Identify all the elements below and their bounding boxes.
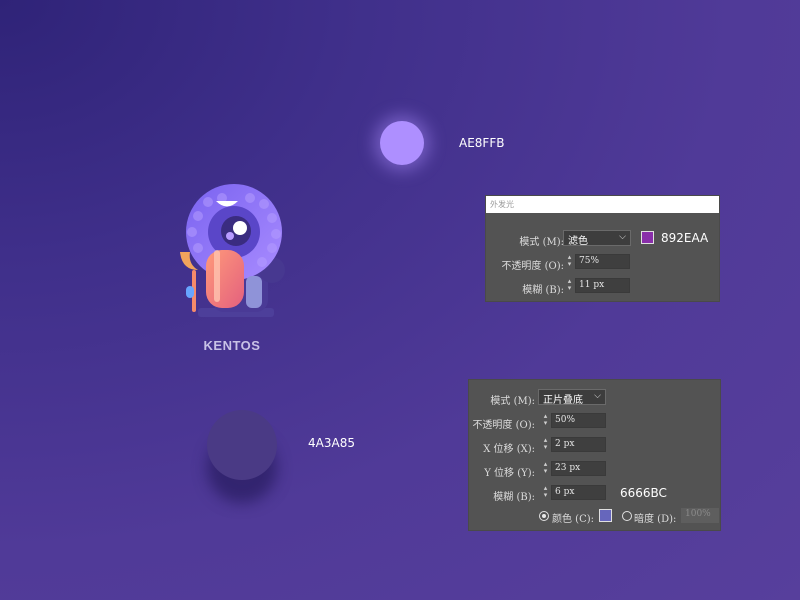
shadow-swatch-hex: 6666BC [620,486,667,500]
blend-mode-value: 正片叠底 [543,395,583,406]
kentos-logo [176,184,290,320]
chevron-down-icon: ⌵ [594,391,601,401]
blur-stepper-icon[interactable]: ▴ ▾ [541,485,550,501]
shadow-color-label: 4A3A85 [308,436,355,450]
mode-label: 模式 (M): [490,396,535,407]
darkness-option-label: 暗度 (D): [634,514,677,525]
color-option-label: 颜色 (C): [552,514,595,525]
opacity-input[interactable]: 75% [575,254,630,269]
shadow-example-circle [207,410,277,480]
opacity-stepper-icon[interactable]: ▴ ▾ [565,254,574,270]
opacity-label: 不透明度 (O): [472,420,535,431]
x-offset-input[interactable]: 2 px [551,437,606,452]
mode-label: 模式 (M): [519,237,564,248]
darkness-input[interactable]: 100% [681,508,719,523]
blur-label: 模糊 (B): [522,285,564,296]
opacity-label: 不透明度 (O): [501,261,564,272]
darkness-radio[interactable] [622,511,632,521]
chevron-down-icon: ⌵ [619,232,626,242]
glow-example-circle [380,121,424,165]
drop-shadow-panel: 模式 (M): 正片叠底 ⌵ 不透明度 (O): ▴ ▾ 50% X 位移 (X)… [468,379,721,531]
opacity-stepper-icon[interactable]: ▴ ▾ [541,413,550,429]
x-offset-label: X 位移 (X): [483,444,535,455]
x-offset-stepper-icon[interactable]: ▴ ▾ [541,437,550,453]
blur-label: 模糊 (B): [493,492,535,503]
color-radio[interactable] [539,511,549,521]
y-offset-stepper-icon[interactable]: ▴ ▾ [541,461,550,477]
blur-input[interactable]: 11 px [575,278,630,293]
blur-input[interactable]: 6 px [551,485,606,500]
y-offset-input[interactable]: 23 px [551,461,606,476]
blend-mode-select[interactable]: 滤色 ⌵ [563,230,631,247]
glow-swatch-hex: 892EAA [661,231,709,245]
blend-mode-value: 滤色 [568,236,588,247]
shadow-color-swatch[interactable] [599,509,612,522]
panel-title: 外发光 [486,196,719,213]
opacity-input[interactable]: 50% [551,413,606,428]
glow-color-label: AE8FFB [459,136,505,150]
glow-color-swatch[interactable] [641,231,654,244]
brand-name: KENTOS [203,338,261,353]
outer-glow-panel: 外发光 模式 (M): 滤色 ⌵ 892EAA 不透明度 (O): ▴ ▾ 75%… [485,195,720,302]
y-offset-label: Y 位移 (Y): [484,468,535,479]
blur-stepper-icon[interactable]: ▴ ▾ [565,278,574,294]
blend-mode-select[interactable]: 正片叠底 ⌵ [538,389,606,406]
